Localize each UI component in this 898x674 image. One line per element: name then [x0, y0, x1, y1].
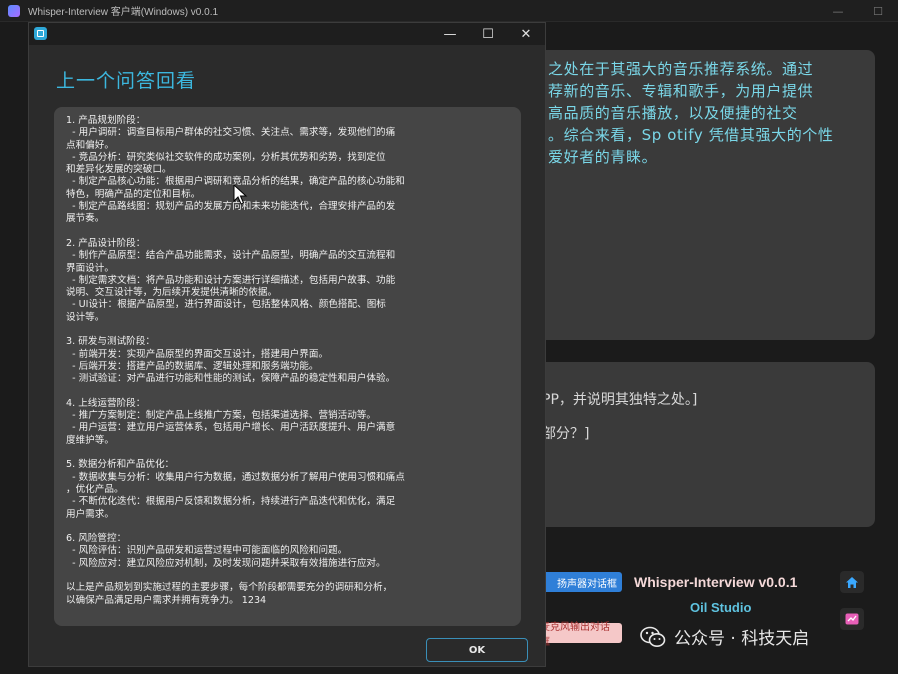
dialog-content-text: 1. 产品规划阶段： - 用户调研：调查目标用户群体的社交习惯、关注点、需求等，… [66, 115, 405, 606]
question-panel: PP，并说明其独特之处。] 部分？] [520, 362, 875, 527]
dialog-heading: 上一个问答回看 [56, 70, 197, 92]
dialog-titlebar: — ☐ ✕ [29, 23, 545, 45]
app-logo-icon [8, 4, 20, 17]
brand-title: Whisper-Interview v0.0.1 [634, 574, 798, 590]
question-line-1: PP，并说明其独特之处。] [542, 392, 698, 408]
dialog-close-button[interactable]: ✕ [507, 23, 545, 45]
main-minimize-button[interactable]: — [818, 0, 858, 22]
answer-panel: 之处在于其强大的音乐推荐系统。通过 荐新的音乐、专辑和歌手，为用户提供 高品质的… [520, 50, 875, 340]
main-window-controls: — ☐ [818, 0, 898, 22]
main-maximize-button[interactable]: ☐ [858, 0, 898, 22]
dialog-minimize-button[interactable]: — [431, 23, 469, 45]
dialog-app-icon [34, 27, 47, 40]
chart-button[interactable] [840, 608, 864, 630]
mouse-cursor-icon [233, 184, 248, 205]
dialog-maximize-button[interactable]: ☐ [469, 23, 507, 45]
question-line-2: 部分？] [542, 426, 590, 442]
answer-text: 之处在于其强大的音乐推荐系统。通过 荐新的音乐、专辑和歌手，为用户提供 高品质的… [548, 60, 834, 166]
mic-output-dialog-button[interactable]: 麦克风输出对话框 [540, 622, 622, 648]
watermark-text: 公众号 · 科技天启 [674, 629, 810, 649]
speaker-dialog-button[interactable]: 扬声器对话框 [540, 572, 622, 592]
qa-review-dialog: — ☐ ✕ 上一个问答回看 1. 产品规划阶段： - 用户调研：调查目标用户群体… [28, 22, 546, 667]
main-window-title: Whisper-Interview 客户端(Windows) v0.0.1 [28, 7, 219, 18]
ok-button[interactable]: OK [426, 638, 528, 662]
wechat-icon [640, 626, 666, 647]
question-text: PP，并说明其独特之处。] 部分？] [542, 370, 872, 464]
watermark: 公众号 · 科技天启 [640, 624, 809, 649]
chart-icon [845, 613, 859, 625]
home-button[interactable] [840, 571, 864, 593]
main-titlebar: Whisper-Interview 客户端(Windows) v0.0.1 — … [0, 0, 898, 22]
home-icon [846, 576, 858, 588]
dialog-content-box[interactable]: 1. 产品规划阶段： - 用户调研：调查目标用户群体的社交习惯、关注点、需求等，… [54, 107, 521, 626]
brand-subtitle: Oil Studio [690, 600, 752, 615]
